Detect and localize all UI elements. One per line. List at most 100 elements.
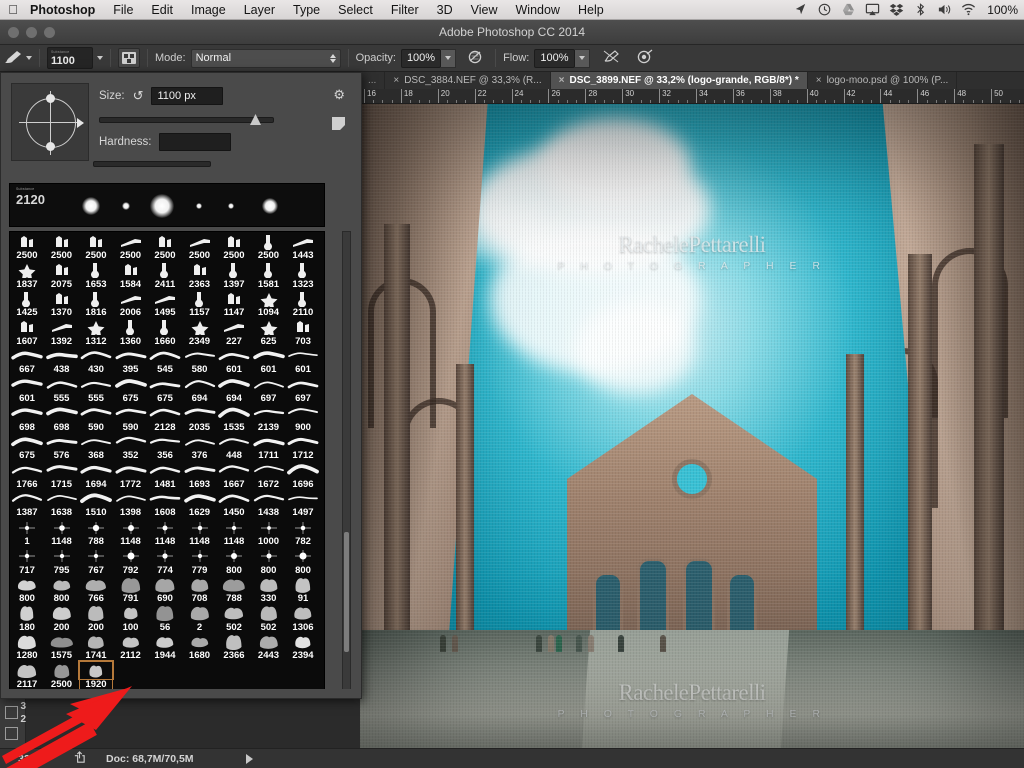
- brush-preset-cell[interactable]: 601: [10, 375, 44, 407]
- brush-preset-cell[interactable]: 180: [10, 604, 44, 636]
- brush-preset-cell[interactable]: 1360: [114, 318, 148, 350]
- brush-preset-cell[interactable]: 1148: [217, 518, 251, 550]
- brush-preset-cell[interactable]: 766: [79, 575, 113, 607]
- brush-preset-cell[interactable]: 1438: [252, 489, 286, 521]
- brush-panel-icon[interactable]: [118, 48, 140, 68]
- brush-preset-cell[interactable]: 800: [286, 547, 320, 579]
- brush-preset-cell[interactable]: 1696: [286, 461, 320, 493]
- brush-preset-cell[interactable]: 2006: [114, 289, 148, 321]
- brush-preset-cell[interactable]: 1323: [286, 261, 320, 293]
- brush-preset-cell[interactable]: 2075: [45, 261, 79, 293]
- brush-preset-cell[interactable]: 590: [79, 404, 113, 436]
- brush-preset-cell[interactable]: 2500: [217, 232, 251, 264]
- flow-control[interactable]: 100%: [534, 48, 590, 68]
- brush-preset-cell[interactable]: 1450: [217, 489, 251, 521]
- maximize-window-button[interactable]: [44, 27, 55, 38]
- brush-preset-picker-panel[interactable]: Size: ↺ 1100 px Hardness: ⚙ Substance 21…: [0, 72, 362, 699]
- brush-preset-cell[interactable]: 1398: [114, 489, 148, 521]
- airbrush-icon[interactable]: [598, 49, 624, 67]
- brush-preset-cell[interactable]: 601: [217, 346, 251, 378]
- brush-preset-cell[interactable]: 2443: [252, 632, 286, 664]
- vertical-ruler[interactable]: 32: [10, 700, 26, 748]
- brush-preset-cell[interactable]: 800: [10, 575, 44, 607]
- document-canvas[interactable]: RachelePettarelli P H O T O G R A P H E …: [360, 104, 1024, 748]
- brush-tool-dropdown-icon[interactable]: [26, 56, 32, 60]
- menu-item-type[interactable]: Type: [284, 0, 329, 20]
- brush-preset-cell[interactable]: 800: [217, 547, 251, 579]
- brush-preset-cell[interactable]: 1148: [183, 518, 217, 550]
- pressure-size-icon[interactable]: [632, 49, 658, 67]
- brush-preset-cell[interactable]: 1766: [10, 461, 44, 493]
- brush-preset-cell[interactable]: 1715: [45, 461, 79, 493]
- brush-preset-cell[interactable]: 1712: [286, 432, 320, 464]
- brush-preset-cell[interactable]: 576: [45, 432, 79, 464]
- brush-preset-cell[interactable]: 200: [45, 604, 79, 636]
- location-arrow-icon[interactable]: [793, 2, 808, 17]
- brush-preset-cell[interactable]: 1816: [79, 289, 113, 321]
- brush-preset-cell[interactable]: 1581: [252, 261, 286, 293]
- brush-preset-cell[interactable]: 2394: [286, 632, 320, 664]
- brush-preset-cell[interactable]: 438: [45, 346, 79, 378]
- brush-preset-cell[interactable]: 791: [114, 575, 148, 607]
- brush-preset-cell[interactable]: 1280: [10, 632, 44, 664]
- close-icon[interactable]: ×: [816, 75, 822, 86]
- brush-preset-cell[interactable]: 448: [217, 432, 251, 464]
- brush-preset-cell[interactable]: 2411: [148, 261, 182, 293]
- brush-preset-chip[interactable]: Substance 1100: [47, 47, 93, 69]
- menu-item-layer[interactable]: Layer: [235, 0, 284, 20]
- brush-preset-cell[interactable]: 1495: [148, 289, 182, 321]
- opacity-dropdown-icon[interactable]: [441, 48, 457, 68]
- minimize-window-button[interactable]: [26, 27, 37, 38]
- scrollbar-thumb[interactable]: [344, 532, 349, 652]
- brush-preset-cell[interactable]: 555: [79, 375, 113, 407]
- flow-value[interactable]: 100%: [534, 48, 575, 68]
- brush-preset-cell[interactable]: 601: [286, 346, 320, 378]
- brush-preset-cell[interactable]: 1157: [183, 289, 217, 321]
- soft-round-brush-preview[interactable]: [262, 198, 278, 214]
- brush-preset-cell[interactable]: 667: [10, 346, 44, 378]
- brush-preset-cell[interactable]: 792: [114, 547, 148, 579]
- apple-icon[interactable]: : [0, 2, 26, 17]
- brush-preset-cell[interactable]: 2035: [183, 404, 217, 436]
- brush-preset-cell[interactable]: 1000: [252, 518, 286, 550]
- battery-percentage[interactable]: 100%: [985, 3, 1018, 17]
- brush-preset-cell[interactable]: 779: [183, 547, 217, 579]
- brush-preset-cell[interactable]: 1510: [79, 489, 113, 521]
- volume-icon[interactable]: [937, 2, 952, 17]
- wifi-icon[interactable]: [961, 2, 976, 17]
- brush-tip-preview[interactable]: [11, 83, 89, 161]
- brush-preset-cell[interactable]: 2500: [45, 232, 79, 264]
- brush-preset-cell[interactable]: 1608: [148, 489, 182, 521]
- brush-preset-cell[interactable]: 2500: [114, 232, 148, 264]
- menu-item-photoshop[interactable]: Photoshop: [26, 0, 104, 20]
- airplay-display-icon[interactable]: [865, 2, 880, 17]
- brush-preset-cell[interactable]: 502: [217, 604, 251, 636]
- pressure-opacity-icon[interactable]: [462, 49, 488, 67]
- brush-preset-cell[interactable]: 1: [10, 518, 44, 550]
- soft-round-brush-preview[interactable]: [150, 194, 174, 218]
- brush-preset-cell[interactable]: 1370: [45, 289, 79, 321]
- brush-preset-cell[interactable]: 368: [79, 432, 113, 464]
- brush-preset-cell[interactable]: 395: [114, 346, 148, 378]
- brush-preset-cell[interactable]: 1312: [79, 318, 113, 350]
- brush-preset-cell[interactable]: 91: [286, 575, 320, 607]
- brush-preset-cell[interactable]: 100: [114, 604, 148, 636]
- zoom-level[interactable]: 33,2%: [0, 753, 66, 765]
- soft-round-brush-preview[interactable]: [122, 202, 130, 210]
- brush-preset-cell[interactable]: 675: [114, 375, 148, 407]
- menu-item-3d[interactable]: 3D: [428, 0, 462, 20]
- stepper-icon[interactable]: [329, 53, 336, 63]
- brush-preset-cell[interactable]: 708: [183, 575, 217, 607]
- share-icon[interactable]: [66, 750, 92, 767]
- brush-preset-cell[interactable]: 800: [252, 547, 286, 579]
- brush-preset-cell[interactable]: 2500: [10, 232, 44, 264]
- brush-preset-cell[interactable]: 1147: [217, 289, 251, 321]
- brush-preset-cell[interactable]: 227: [217, 318, 251, 350]
- brush-preset-cell[interactable]: 1443: [286, 232, 320, 264]
- menu-item-window[interactable]: Window: [507, 0, 569, 20]
- flow-dropdown-icon[interactable]: [574, 48, 590, 68]
- brush-preset-cell[interactable]: 625: [252, 318, 286, 350]
- menu-item-view[interactable]: View: [462, 0, 507, 20]
- brush-preset-cell[interactable]: 376: [183, 432, 217, 464]
- new-preset-icon[interactable]: [332, 117, 345, 130]
